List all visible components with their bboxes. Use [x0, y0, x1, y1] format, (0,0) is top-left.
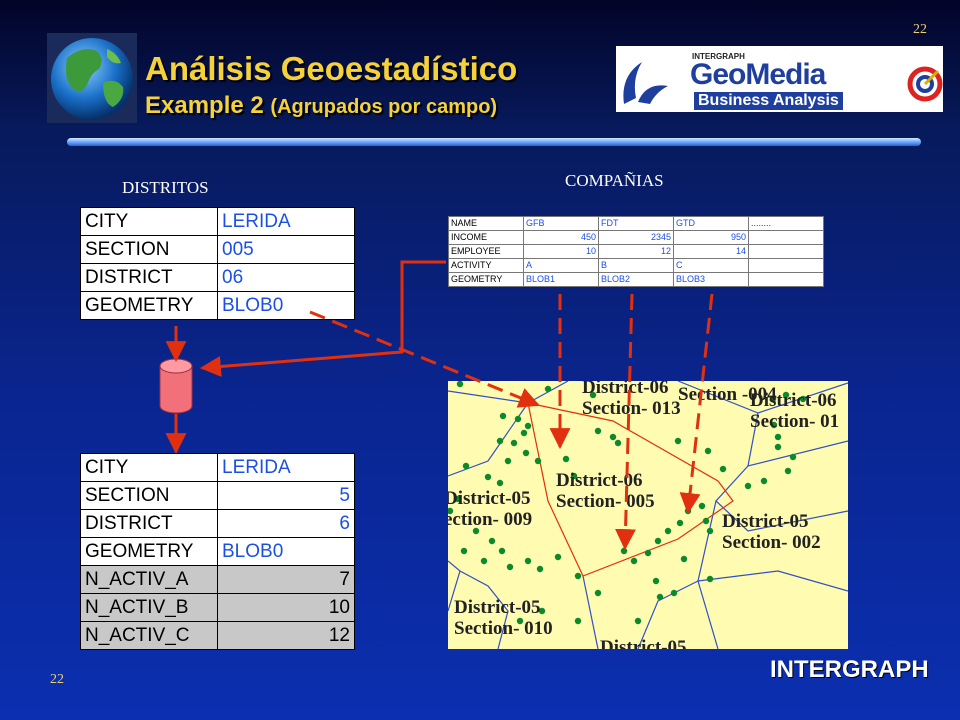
- arrow-blob2-to-map: [615, 293, 637, 551]
- connector-arrows: [165, 260, 714, 551]
- arrow-blob0-to-map: [309, 310, 540, 408]
- arrow-blob3-to-map: [679, 293, 714, 515]
- intergraph-logo: INTERGRAPH: [770, 656, 929, 683]
